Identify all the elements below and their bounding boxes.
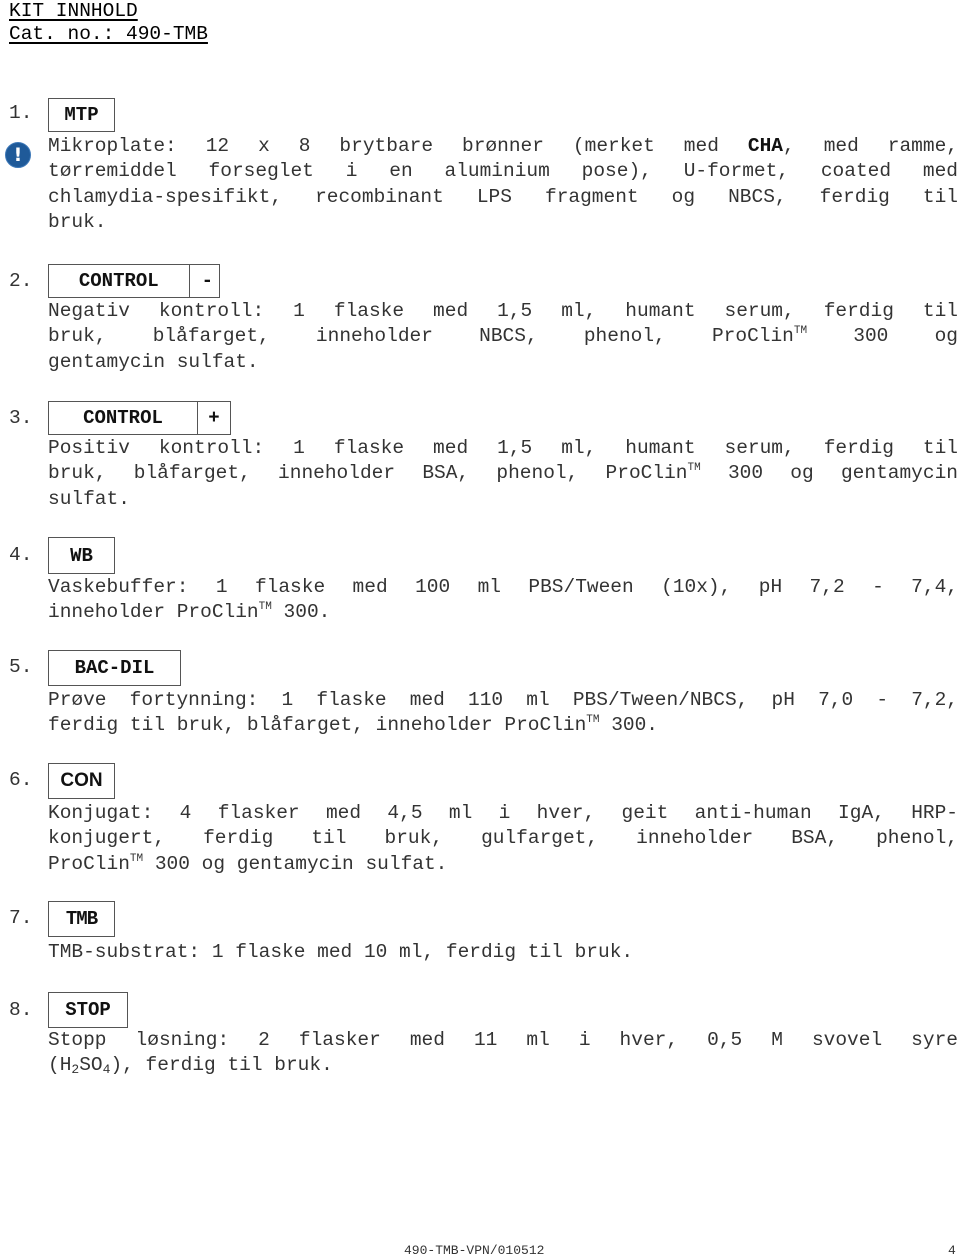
description-line: bruk. [48,211,107,234]
item-label: STOP [65,999,111,1021]
document-code: 490-TMB-VPN/010512 [404,1243,545,1258]
item-number: 6. [9,769,33,791]
item-description: Positiv kontroll: 1 flaske med 1,5 ml, h… [48,436,958,512]
item-number: 5. [9,656,33,678]
item-description: Stopp løsning: 2 flasker med 11 ml i hve… [48,1028,958,1079]
item-number: 2. [9,270,33,292]
item-number: 8. [9,999,33,1021]
item-number: 4. [9,544,33,566]
item-label: BAC-DIL [74,657,155,679]
page-number: 4 [948,1243,956,1258]
item-label-box: TMB [48,901,115,937]
description-line: Negativ kontroll: 1 flaske med 1,5 ml, h… [48,300,958,322]
description-line: bruk, blåfarget, inneholder NBCS, phenol… [48,325,958,348]
item-label: CONTROL [78,270,159,292]
item-label: WB [70,544,93,567]
item-label: MTP [64,104,99,126]
description-line: ferdig til bruk, blåfarget, inneholder P… [48,714,659,737]
description-line: sulfat. [48,487,130,510]
description-line: Konjugat: 4 flasker med 4,5 ml i hver, g… [48,802,958,824]
description-line: ProClinTM 300 og gentamycin sulfat. [48,852,448,875]
description-line: bruk, blåfarget, inneholder BSA, phenol,… [48,462,958,485]
description-line: Vaskebuffer: 1 flaske med 100 ml PBS/Twe… [48,576,958,598]
description-line: inneholder ProClinTM 300. [48,601,331,624]
item-label-box: WB [48,537,115,574]
item-number: 3. [9,407,33,429]
item-description: Prøve fortynning: 1 flaske med 110 ml PB… [48,688,958,739]
item-label-box: MTP [48,98,115,132]
item-label-sign: + [197,402,230,434]
item-label-box: BAC-DIL [48,650,181,686]
description-line: konjugert, ferdig til bruk, gulfarget, i… [48,827,958,850]
item-number: 1. [9,102,33,124]
item-label: CON [60,770,103,791]
item-label-box: CON [48,763,115,799]
description-line: Stopp løsning: 2 flasker med 11 ml i hve… [48,1029,958,1051]
exclamation-circle-icon: ! [5,142,31,168]
item-description: Vaskebuffer: 1 flaske med 100 ml PBS/Twe… [48,575,958,626]
item-label: CONTROL [83,407,163,429]
cha-mark: CHA [747,135,784,157]
item-description: Mikroplate: 12 x 8 brytbare brønner (mer… [48,134,958,236]
description-line: tørremiddel forseglet i en aluminium pos… [48,160,958,183]
description-line: TMB-substrat: 1 flaske med 10 ml, ferdig… [48,941,634,963]
item-number: 7. [9,907,33,929]
description-line: Positiv kontroll: 1 flaske med 1,5 ml, h… [48,437,958,459]
item-label-box: STOP [48,992,128,1028]
description-line: chlamydia-spesifikt, recombinant LPS fra… [48,185,958,208]
description-line: gentamycin sulfat. [48,350,259,373]
description-line: (H2SO4), ferdig til bruk. [48,1054,333,1078]
item-description: Konjugat: 4 flasker med 4,5 ml i hver, g… [48,801,958,877]
item-label-sign: - [188,265,219,297]
item-label-box: CONTROL - [48,264,220,298]
catalog-number: Cat. no.: 490-TMB [9,23,208,45]
item-description: Negativ kontroll: 1 flaske med 1,5 ml, h… [48,299,958,375]
item-label: TMB [65,908,98,930]
description-line: Mikroplate: 12 x 8 brytbare brønner (mer… [48,135,958,157]
section-title: KIT INNHOLD [9,0,138,22]
item-label-box: CONTROL + [48,401,231,435]
description-line: Prøve fortynning: 1 flaske med 110 ml PB… [48,689,958,711]
item-description: TMB-substrat: 1 flaske med 10 ml, ferdig… [48,940,958,965]
